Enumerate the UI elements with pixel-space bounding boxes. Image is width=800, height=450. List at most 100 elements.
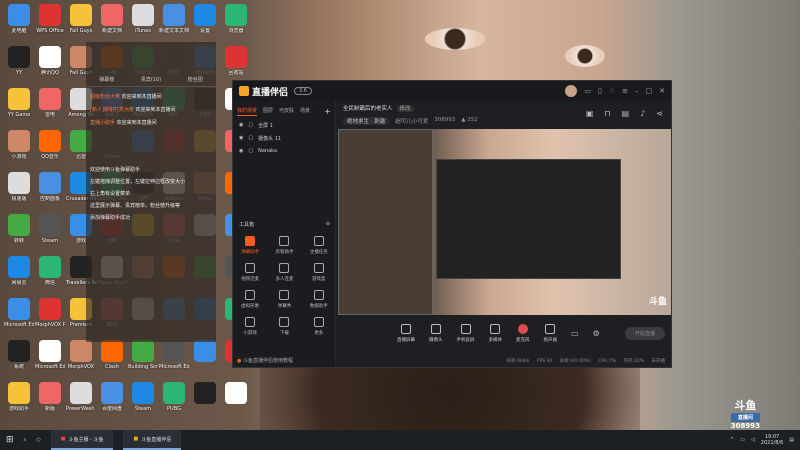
toolbox-item[interactable]: 更多 [302, 317, 336, 336]
cortana-icon[interactable]: ○ [36, 437, 40, 443]
toolbox-item[interactable]: 下载 [267, 317, 301, 336]
desktop-icon[interactable]: 雷电 [35, 88, 65, 118]
tab-my-scenes[interactable]: 我的场景 [237, 107, 258, 116]
add-scene-button[interactable]: + [324, 107, 331, 116]
desktop-icon[interactable]: 百度网盘 [97, 382, 127, 412]
category-selector[interactable]: 绝地求生 · 刺激 [343, 117, 390, 125]
taskbar-app[interactable]: ■ 斗鱼直播伴侣 [123, 430, 182, 450]
desktop-icon[interactable]: 腾讯QQ [35, 46, 65, 76]
desktop-icon[interactable]: 浏览器 [221, 4, 251, 34]
close-icon[interactable]: ✕ [659, 87, 665, 95]
desktop-icon[interactable]: 控制面板 [35, 172, 65, 202]
desktop-icon[interactable]: 此电脑 [4, 4, 34, 34]
desktop-icon[interactable]: Steam [128, 382, 158, 412]
menu-icon[interactable]: ≡ [622, 87, 628, 95]
toolbar-button[interactable]: 扬声器 [544, 323, 557, 343]
lock-icon[interactable]: ⊓ [604, 109, 610, 118]
preview-canvas[interactable]: 斗鱼 [338, 129, 671, 315]
desktop-icon[interactable]: 系统 [4, 340, 34, 370]
eye-icon[interactable]: ◉ [239, 122, 243, 129]
desktop-icon[interactable]: 回收站 [221, 46, 251, 76]
desktop-icon[interactable]: Fall Guys [66, 4, 96, 34]
desktop-icon[interactable]: Microsoft Edge [35, 340, 65, 370]
desktop-icon[interactable] [221, 382, 251, 406]
scene-item[interactable]: ◉ ▢ 摄像头 11 [233, 132, 335, 145]
tab-layers[interactable]: 图层 [263, 107, 273, 116]
chat-tab[interactable]: 粉丝团 [188, 76, 203, 83]
toolbox-item[interactable]: 主播任务 [302, 236, 336, 255]
more-icon[interactable]: ⊖ [326, 221, 330, 228]
desktop-icon[interactable]: MorphVOX [66, 340, 96, 370]
toolbar-button[interactable]: 手机投屏 [457, 323, 475, 343]
volume-icon[interactable]: ◁ [751, 437, 755, 443]
room-title[interactable]: 全民制霸后的老实人 [343, 106, 393, 112]
desktop-icon[interactable]: Microsoft Edge [4, 298, 34, 328]
start-live-button[interactable]: 开始直播 [624, 326, 665, 340]
desktop-icon[interactable]: WPS Office [35, 4, 65, 34]
scene-item[interactable]: ◉ ▢ 全屏 1 [233, 119, 335, 132]
desktop-icon[interactable]: QQ音乐 [35, 130, 65, 160]
maximize-icon[interactable]: □ [646, 87, 653, 95]
taskbar-app[interactable]: ■ 斗鱼主播 - 斗鱼 [50, 430, 114, 450]
desktop-icon[interactable]: 极速版 [4, 172, 34, 202]
scene-item[interactable]: ◉ ▢ Nanaka [233, 145, 335, 157]
desktop-icon[interactable] [190, 382, 220, 406]
toolbar-button[interactable]: 直播屏幕 [397, 323, 415, 343]
tab-skins[interactable]: 可皮肤 [279, 107, 294, 116]
desktop-icon[interactable]: 转转 [4, 214, 34, 244]
network-icon[interactable]: ▭ [740, 437, 745, 443]
desktop-icon[interactable]: 小游戏 [4, 130, 34, 160]
desktop-icon[interactable]: YY Game [4, 88, 34, 118]
tray-icon[interactable]: ^ [730, 437, 734, 443]
desktop-icon[interactable]: PowerWash Simulator [66, 382, 96, 412]
desktop-icon[interactable]: Clash [97, 340, 127, 370]
toolbox-item[interactable]: 弹幕助手 [233, 236, 267, 255]
share-icon[interactable]: ⋖ [656, 109, 663, 118]
toolbar-button[interactable]: 摄像头 [429, 323, 443, 343]
toolbox-item[interactable]: 弹幕秀 [267, 290, 301, 309]
toolbox-item[interactable]: 多人连麦 [267, 263, 301, 282]
lock-icon[interactable]: ▢ [248, 148, 253, 154]
desktop-icon[interactable]: YY [4, 46, 34, 76]
toolbox-item[interactable]: 视频连麦 [233, 263, 267, 282]
toolbox-item[interactable]: 小游戏 [233, 317, 267, 336]
desktop-icon[interactable]: Microsoft Edge [159, 340, 189, 370]
lock-icon[interactable]: ▢ [248, 135, 253, 142]
desktop-icon[interactable]: 微信 [35, 256, 65, 286]
chat-tab[interactable]: 贵宾(10) [141, 76, 161, 83]
skin-icon[interactable]: ♢ [609, 87, 615, 95]
toolbar-button[interactable]: 多媒体 [489, 323, 502, 343]
desktop-icon[interactable]: iTunes [128, 4, 158, 34]
avatar[interactable] [565, 85, 578, 97]
edit-title-button[interactable]: 修改 [396, 106, 414, 112]
chat-tab[interactable]: 弹幕榜 [99, 76, 114, 83]
toolbar-button[interactable]: 麦克风 [516, 323, 530, 343]
desktop-icon[interactable]: 网易云 [4, 256, 34, 286]
record-icon[interactable]: ▭ [571, 329, 579, 338]
desktop-icon[interactable]: 新建文档 [97, 4, 127, 34]
box-icon[interactable]: ▤ [622, 109, 630, 118]
tutorial-link[interactable]: ● 斗鱼直播伴侣使用教程 [237, 357, 293, 364]
toolbox-item[interactable]: 虚拟形象 [233, 290, 267, 309]
clock[interactable]: 19:07 2021/8/6 [761, 434, 783, 446]
desktop-icon[interactable]: 设置 [190, 4, 220, 34]
gift-icon[interactable]: ▣ [586, 109, 594, 118]
desktop-icon[interactable]: 新建文本文档 [159, 4, 189, 34]
version-badge[interactable]: 3.6 [294, 87, 312, 95]
toolbox-item[interactable]: 游戏盒 [302, 263, 336, 282]
notification-icon[interactable]: ▤ [789, 437, 794, 443]
desktop-icon[interactable]: MorphVOX Pro [35, 298, 65, 328]
desktop-icon[interactable]: Building Simulator [128, 340, 158, 370]
note-icon[interactable]: ▯ [598, 87, 602, 95]
toolbox-item[interactable]: 房管助手 [267, 236, 301, 255]
desktop-icon[interactable]: Steam [35, 214, 65, 244]
lock-icon[interactable]: ▢ [248, 122, 253, 129]
desktop-icon[interactable]: PUBG [159, 382, 189, 412]
tab-scenes[interactable]: 场景 [300, 107, 310, 116]
search-icon[interactable]: ⌕ [24, 437, 27, 443]
toolbox-item[interactable]: 数据助手 [302, 290, 336, 309]
settings-icon[interactable]: ⚙ [593, 329, 600, 338]
start-icon[interactable]: ⊞ [6, 435, 14, 445]
message-icon[interactable]: ▭ [584, 87, 591, 95]
desktop-icon[interactable]: 新版 [35, 382, 65, 412]
